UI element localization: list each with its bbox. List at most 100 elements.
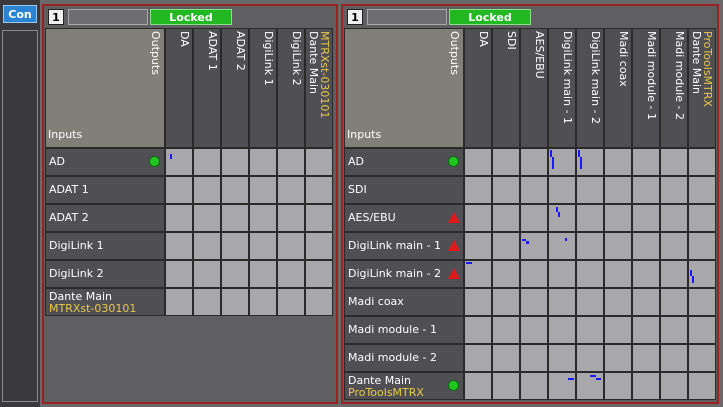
- matrix-cell[interactable]: [165, 148, 193, 176]
- row-header-3[interactable]: DigiLink main - 1: [344, 232, 464, 260]
- matrix-cell[interactable]: [492, 204, 520, 232]
- matrix-cell[interactable]: [632, 232, 660, 260]
- row-header-2[interactable]: AES/EBU: [344, 204, 464, 232]
- matrix-cell[interactable]: [249, 232, 277, 260]
- column-header-3[interactable]: DigiLink main - 1: [548, 28, 576, 148]
- column-header-3[interactable]: DigiLink 1: [249, 28, 277, 148]
- matrix-cell[interactable]: [249, 204, 277, 232]
- column-header-0[interactable]: DA: [464, 28, 492, 148]
- matrix-cell[interactable]: [604, 148, 632, 176]
- matrix-cell[interactable]: [548, 260, 576, 288]
- matrix-cell[interactable]: [277, 288, 305, 316]
- matrix-cell[interactable]: [249, 148, 277, 176]
- matrix-cell[interactable]: [193, 260, 221, 288]
- matrix-cell[interactable]: [520, 372, 548, 400]
- matrix-cell[interactable]: [305, 288, 333, 316]
- matrix-cell[interactable]: [193, 148, 221, 176]
- matrix-cell[interactable]: [548, 316, 576, 344]
- matrix-cell[interactable]: [492, 288, 520, 316]
- matrix-cell[interactable]: [305, 232, 333, 260]
- matrix-cell[interactable]: [604, 288, 632, 316]
- matrix-cell[interactable]: [277, 260, 305, 288]
- matrix-cell[interactable]: [464, 204, 492, 232]
- matrix-cell[interactable]: [688, 344, 716, 372]
- matrix-cell[interactable]: [576, 204, 604, 232]
- matrix-cell[interactable]: [193, 288, 221, 316]
- matrix-cell[interactable]: [193, 232, 221, 260]
- matrix-cell[interactable]: [660, 176, 688, 204]
- matrix-cell[interactable]: [548, 232, 576, 260]
- matrix-cell[interactable]: [660, 204, 688, 232]
- matrix-cell[interactable]: [464, 372, 492, 400]
- matrix-cell[interactable]: [464, 148, 492, 176]
- matrix-cell[interactable]: [548, 344, 576, 372]
- matrix-cell[interactable]: [632, 316, 660, 344]
- matrix-cell[interactable]: [548, 288, 576, 316]
- matrix-cell[interactable]: [221, 204, 249, 232]
- column-header-2[interactable]: ADAT 2: [221, 28, 249, 148]
- matrix-cell[interactable]: [632, 344, 660, 372]
- matrix-cell[interactable]: [604, 204, 632, 232]
- matrix-cell[interactable]: [277, 204, 305, 232]
- column-header-5[interactable]: Madi coax: [604, 28, 632, 148]
- row-header-4[interactable]: DigiLink main - 2: [344, 260, 464, 288]
- row-header-1[interactable]: ADAT 1: [45, 176, 165, 204]
- matrix-cell[interactable]: [548, 176, 576, 204]
- matrix-cell[interactable]: [688, 372, 716, 400]
- column-header-7[interactable]: Madi module - 2: [660, 28, 688, 148]
- matrix-cell[interactable]: [660, 260, 688, 288]
- matrix-cell[interactable]: [221, 148, 249, 176]
- column-header-1[interactable]: ADAT 1: [193, 28, 221, 148]
- column-header-4[interactable]: DigiLink 2: [277, 28, 305, 148]
- matrix-cell[interactable]: [660, 288, 688, 316]
- matrix-cell[interactable]: [520, 316, 548, 344]
- matrix-cell[interactable]: [604, 344, 632, 372]
- row-header-0[interactable]: AD: [344, 148, 464, 176]
- row-header-2[interactable]: ADAT 2: [45, 204, 165, 232]
- matrix-cell[interactable]: [660, 148, 688, 176]
- matrix-cell[interactable]: [660, 372, 688, 400]
- matrix-cell[interactable]: [221, 176, 249, 204]
- matrix-cell[interactable]: [277, 148, 305, 176]
- row-header-3[interactable]: DigiLink 1: [45, 232, 165, 260]
- con-button[interactable]: Con: [3, 5, 37, 23]
- matrix-cell[interactable]: [688, 316, 716, 344]
- matrix-name-field[interactable]: [367, 9, 447, 25]
- matrix-cell[interactable]: [492, 148, 520, 176]
- matrix-cell[interactable]: [548, 372, 576, 400]
- matrix-cell[interactable]: [520, 344, 548, 372]
- matrix-cell[interactable]: [688, 232, 716, 260]
- matrix-cell[interactable]: [165, 176, 193, 204]
- matrix-cell[interactable]: [660, 232, 688, 260]
- matrix-cell[interactable]: [660, 344, 688, 372]
- matrix-cell[interactable]: [165, 232, 193, 260]
- matrix-cell[interactable]: [464, 232, 492, 260]
- matrix-cell[interactable]: [576, 288, 604, 316]
- matrix-cell[interactable]: [576, 260, 604, 288]
- matrix-cell[interactable]: [688, 148, 716, 176]
- matrix-cell[interactable]: [688, 260, 716, 288]
- matrix-cell[interactable]: [604, 176, 632, 204]
- column-header-5[interactable]: Dante Main MTRXst-030101: [305, 28, 333, 148]
- matrix-cell[interactable]: [688, 288, 716, 316]
- matrix-cell[interactable]: [604, 232, 632, 260]
- matrix-cell[interactable]: [576, 316, 604, 344]
- column-header-1[interactable]: SDI: [492, 28, 520, 148]
- matrix-cell[interactable]: [520, 260, 548, 288]
- matrix-cell[interactable]: [632, 288, 660, 316]
- matrix-cell[interactable]: [193, 176, 221, 204]
- matrix-cell[interactable]: [604, 316, 632, 344]
- row-header-0[interactable]: AD: [45, 148, 165, 176]
- matrix-cell[interactable]: [249, 176, 277, 204]
- matrix-cell[interactable]: [492, 260, 520, 288]
- row-header-6[interactable]: Madi module - 1: [344, 316, 464, 344]
- matrix-cell[interactable]: [520, 204, 548, 232]
- matrix-cell[interactable]: [305, 260, 333, 288]
- matrix-cell[interactable]: [632, 260, 660, 288]
- matrix-cell[interactable]: [305, 204, 333, 232]
- matrix-cell[interactable]: [193, 204, 221, 232]
- column-header-4[interactable]: DigiLink main - 2: [576, 28, 604, 148]
- matrix-cell[interactable]: [688, 176, 716, 204]
- matrix-cell[interactable]: [249, 260, 277, 288]
- matrix-cell[interactable]: [520, 232, 548, 260]
